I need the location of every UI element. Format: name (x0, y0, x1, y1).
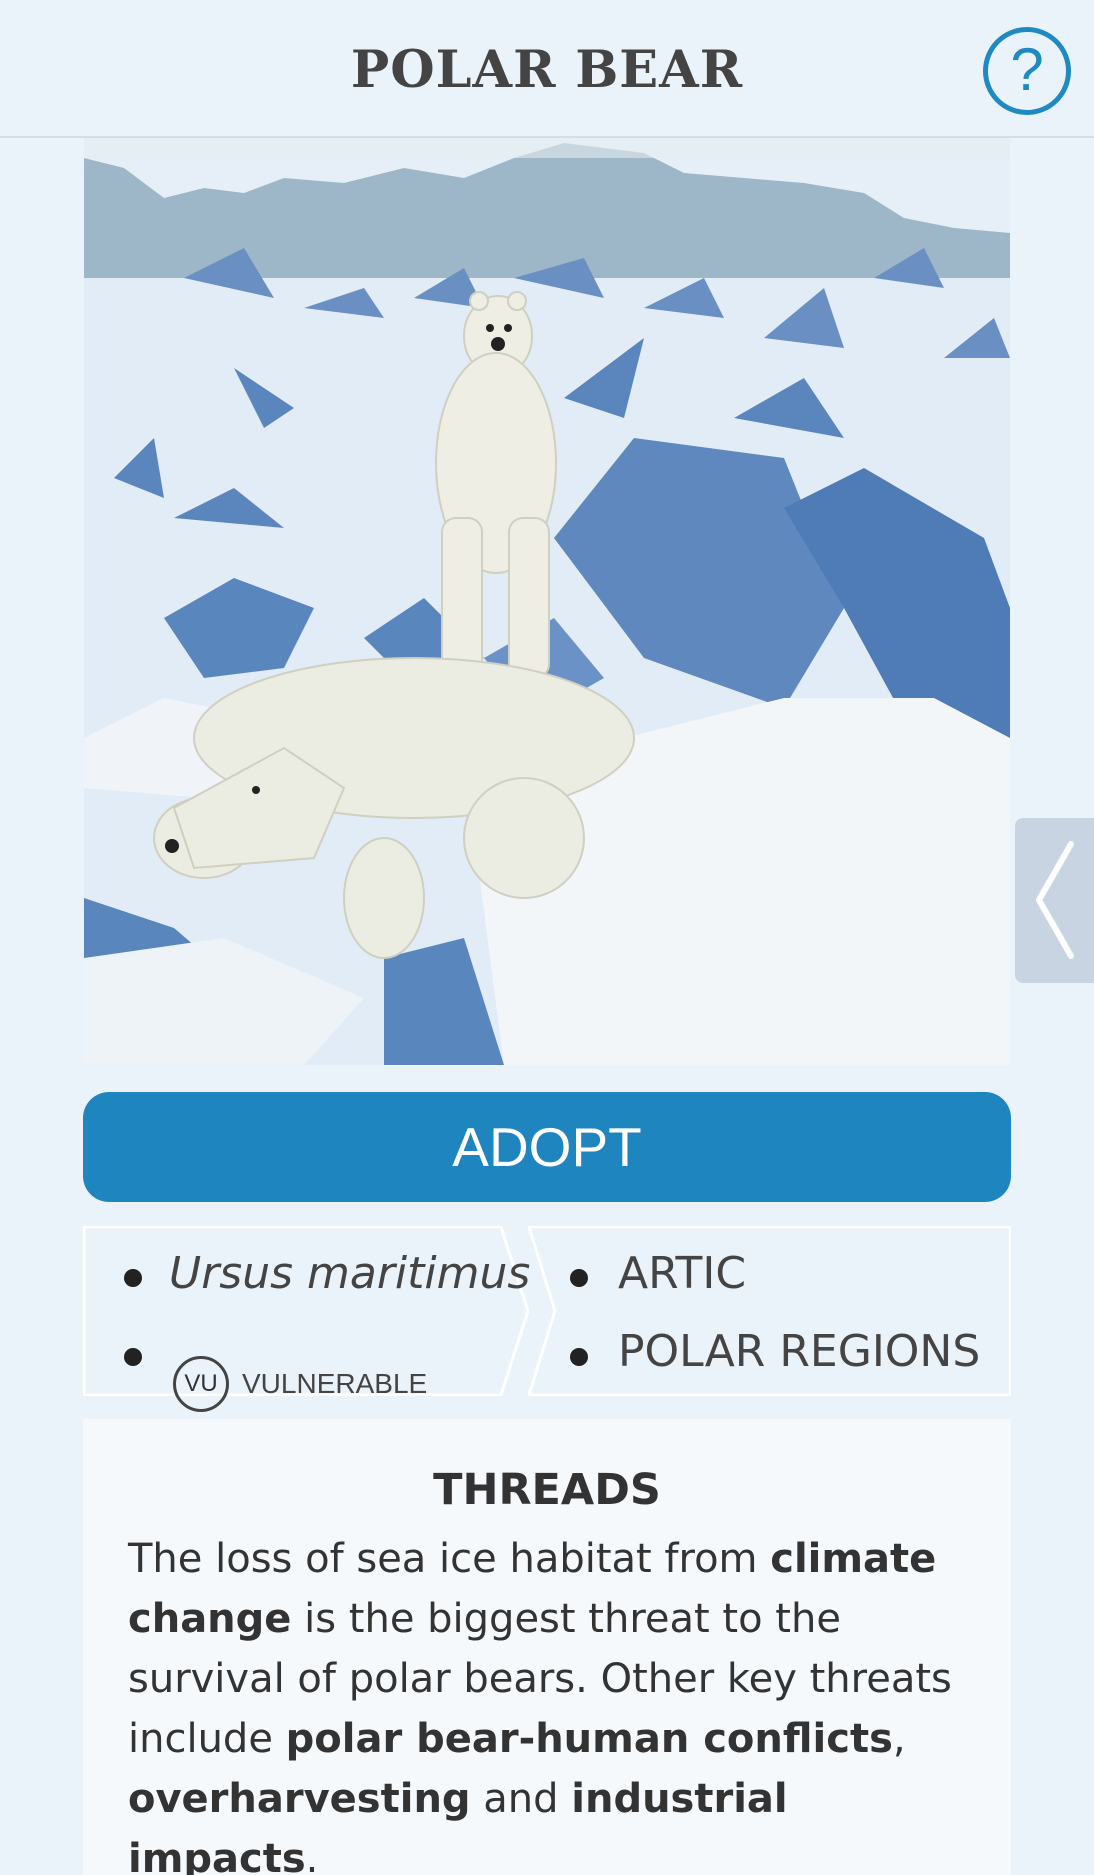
threats-text-segment: , (892, 1716, 906, 1762)
threats-emphasis: polar bear-human conflicts (285, 1716, 893, 1762)
region-info-panel: ARTIC POLAR REGIONS (528, 1226, 1011, 1396)
region-item: POLAR REGIONS (618, 1326, 981, 1377)
scientific-name: Ursus maritimus (169, 1248, 531, 1299)
threats-text-segment: and (470, 1776, 572, 1822)
polar-bear-illustration (84, 138, 1010, 1065)
bullet (570, 1269, 588, 1287)
threats-text-segment: . (305, 1836, 319, 1875)
vu-badge-icon: VU (173, 1356, 229, 1412)
bullet (124, 1269, 142, 1287)
chevron-left-icon (1036, 841, 1074, 959)
bullet (570, 1348, 588, 1366)
bullet (124, 1348, 142, 1366)
species-info-panel: Ursus maritimus VU VULNERABLE (83, 1226, 531, 1412)
threats-emphasis: overharvesting (128, 1776, 471, 1822)
adopt-button[interactable]: ADOPT (83, 1092, 1011, 1202)
conservation-status: VULNERABLE (242, 1368, 428, 1399)
region-item: ARTIC (618, 1248, 747, 1299)
threats-section: THREADS The loss of sea ice habitat from… (83, 1419, 1011, 1875)
page-title: POLAR BEAR (350, 40, 744, 100)
question-circle-icon: ? (1010, 36, 1044, 103)
threats-description: The loss of sea ice habitat from climate… (128, 1529, 988, 1875)
threats-text-segment: The loss of sea ice habitat from (128, 1536, 771, 1582)
help-button[interactable]: ? (983, 27, 1071, 115)
threats-heading: THREADS (433, 1465, 661, 1515)
app-header: POLAR BEAR ? (0, 0, 1094, 138)
side-drawer-tab[interactable] (1015, 818, 1094, 983)
